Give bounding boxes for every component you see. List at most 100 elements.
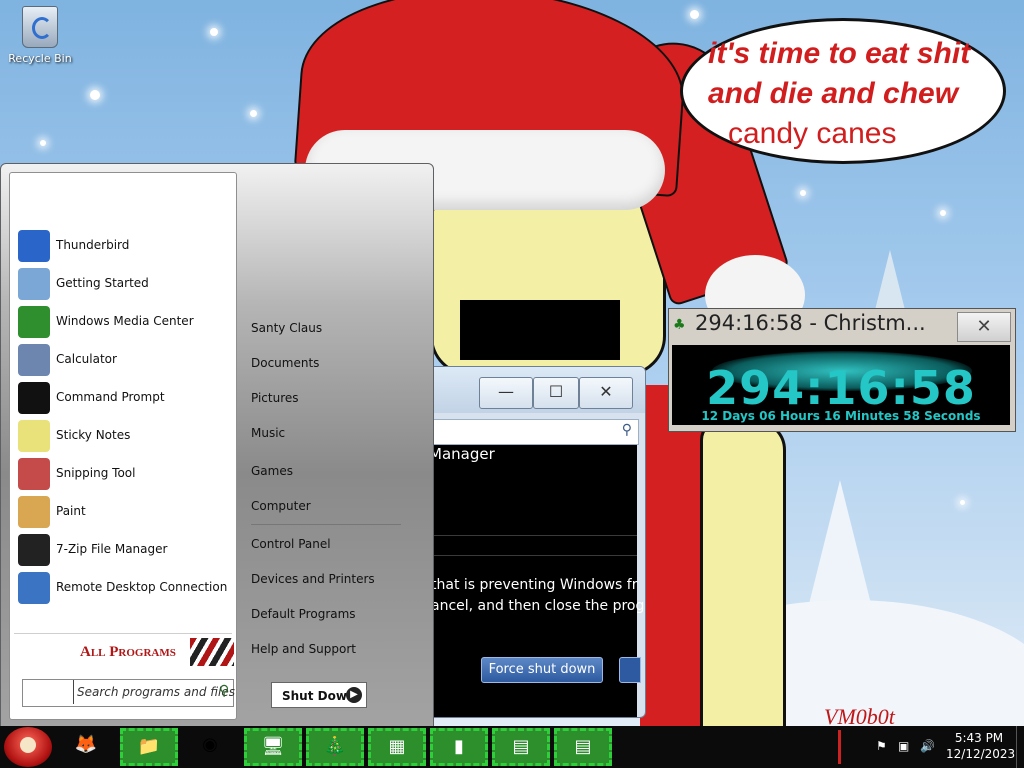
countdown-display: 294:16:58 12 Days 06 Hours 16 Minutes 58… [672,345,1010,425]
start-menu-item-label: Thunderbird [56,238,130,252]
start-menu-item-label: Command Prompt [56,390,165,404]
calculator-icon [18,344,50,376]
countdown-detail: 12 Days 06 Hours 16 Minutes 58 Seconds [701,409,981,423]
countdown-time: 294:16:58 [706,361,976,415]
speech-line-3: candy canes [728,117,897,150]
santa-icon [20,737,36,753]
taskbar: 🦊 📁 ◉ 🖥 🎄 ▦ ▮ ▤ ▤ ⚑ ▣ 🔊 5:43 PM 12/12/2023 [0,726,1024,768]
start-menu-documents[interactable]: Documents [251,350,421,376]
system-tray: ⚑ ▣ 🔊 [832,730,942,764]
recycle-bin-label: Recycle Bin [8,52,72,65]
search-text-field[interactable] [23,680,74,704]
folder-icon: ▮ [454,736,464,757]
start-menu-item-command-prompt[interactable]: Command Prompt [18,381,232,415]
all-programs-label: All Programs [80,644,176,660]
search-placeholder: Search programs and files [77,685,235,699]
command-prompt-icon [18,382,50,414]
remote-desktop-icon [18,572,50,604]
start-menu-music[interactable]: Music [251,420,421,446]
start-menu-item-getting-started[interactable]: Getting Started [18,267,232,301]
taskbar-button-window-icon[interactable]: ▤ [554,728,612,766]
start-menu-item-paint[interactable]: Paint [18,495,232,529]
dialog-message-line-1: that is preventing Windows fr [431,577,638,593]
action-center-flag-icon[interactable]: ⚑ [876,739,887,753]
start-menu-computer[interactable]: Computer [251,493,421,519]
taskbar-button-folder-icon[interactable]: ▮ [430,728,488,766]
start-button[interactable] [4,727,52,767]
countdown-window: ♣ 294:16:58 - Christm... ✕ 294:16:58 12 … [668,308,1016,432]
start-menu-default-programs[interactable]: Default Programs [251,601,421,627]
speech-bubble-text: it's time to eat shit and die and chew c… [708,34,998,154]
start-menu-item-remote-desktop-connection[interactable]: Remote Desktop Connection [18,571,232,605]
network-icon[interactable]: ▣ [898,739,909,753]
start-menu-item-snipping-tool[interactable]: Snipping Tool [18,457,232,491]
start-menu: Thunderbird Getting Started Windows Media … [0,163,434,728]
volume-icon[interactable]: 🔊 [920,739,935,753]
dialog-maximize-button[interactable]: ☐ [533,377,579,409]
recycle-bin-shortcut[interactable]: Recycle Bin [4,6,76,65]
start-menu-item-sticky-notes[interactable]: Sticky Notes [18,419,232,453]
start-menu-item-7-zip-file-manager[interactable]: 7-Zip File Manager [18,533,232,567]
search-icon: ⚲ [621,422,632,438]
stripes-decoration [190,638,234,666]
explorer-icon: 📁 [137,736,161,757]
taskbar-button-window-icon[interactable]: ▤ [492,728,550,766]
dialog-minimize-button[interactable]: — [479,377,533,409]
divider [251,524,401,525]
start-menu-item-label: Snipping Tool [56,466,136,480]
start-menu-item-label: Paint [56,504,86,518]
shut-down-options-arrow-icon[interactable]: ▶ [346,687,362,703]
start-menu-help-support[interactable]: Help and Support [251,636,421,662]
seven-zip-icon [18,534,50,566]
christmas-tree-icon: 🎄 [323,736,347,757]
start-menu-item-label: Windows Media Center [56,314,194,328]
start-menu-item-label: Sticky Notes [56,428,131,442]
start-menu-devices-printers[interactable]: Devices and Printers [251,566,421,592]
getting-started-icon [18,268,50,300]
dialog-title: Manager [429,445,495,463]
taskbar-clock[interactable]: 5:43 PM 12/12/2023 [946,730,1016,762]
start-menu-games[interactable]: Games [251,458,421,484]
start-menu-item-label: Remote Desktop Connection [56,580,228,594]
taskbar-button-explorer-icon[interactable]: 📁 [120,728,178,766]
start-menu-item-calculator[interactable]: Calculator [18,343,232,377]
dialog-message-line-2: ancel, and then close the prog [431,598,645,614]
taskbar-button-remote-desktop-icon[interactable]: 🖥 [244,728,302,766]
countdown-window-title: 294:16:58 - Christm... [695,311,926,335]
all-programs-button[interactable]: All Programs [14,633,234,670]
recycle-bin-icon [22,6,58,48]
start-menu-user-folder[interactable]: Santy Claus [251,315,421,341]
start-menu-item-windows-media-center[interactable]: Windows Media Center [18,305,232,339]
start-menu-control-panel[interactable]: Control Panel [251,531,421,557]
taskbar-button-control-panel-icon[interactable]: ▦ [368,728,426,766]
clock-date: 12/12/2023 [946,747,1016,761]
control-panel-icon: ▦ [388,736,406,757]
speech-line-2: and die and chew [708,77,959,110]
cancel-button[interactable] [619,657,641,683]
start-menu-pictures[interactable]: Pictures [251,385,421,411]
start-menu-item-label: Getting Started [56,276,149,290]
force-shut-down-button[interactable]: Force shut down [481,657,603,683]
taskbar-button-firefox-icon[interactable]: 🦊 [58,728,114,766]
window-icon: ▤ [512,736,530,757]
taskbar-button-christmas-tree-icon[interactable]: 🎄 [306,728,364,766]
countdown-close-button[interactable]: ✕ [957,312,1011,342]
clock-time: 5:43 PM [954,731,1004,745]
shut-down-button[interactable]: Shut Down ▶ [271,682,367,708]
start-menu-item-label: Calculator [56,352,117,366]
show-desktop-button[interactable] [1016,726,1024,768]
start-menu-item-label: 7-Zip File Manager [56,542,168,556]
taskbar-button-chrome-icon[interactable]: ◉ [184,728,236,766]
search-icon[interactable]: ⚲ [219,683,229,699]
sticky-notes-icon [18,420,50,452]
christmas-tree-icon: ♣ [673,317,686,333]
media-center-icon [18,306,50,338]
speech-line-1: it's time to eat shit [708,37,971,70]
snipping-tool-icon [18,458,50,490]
start-menu-programs-pane: Thunderbird Getting Started Windows Media … [9,172,237,720]
start-menu-item-thunderbird[interactable]: Thunderbird [18,229,232,263]
start-search-input[interactable]: Search programs and files ⚲ [22,679,235,707]
dialog-close-button[interactable]: ✕ [579,377,633,409]
window-icon: ▤ [574,736,592,757]
wallpaper-watermark: VM0b0t [824,704,895,726]
